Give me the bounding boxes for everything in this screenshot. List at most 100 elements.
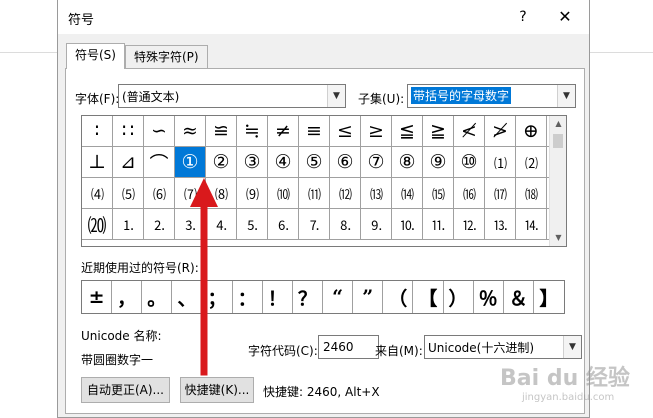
symbol-cell[interactable]: ⒎ <box>299 209 330 240</box>
symbol-cell[interactable]: ⒃ <box>454 178 485 209</box>
scroll-up-icon[interactable]: ▲ <box>550 116 566 132</box>
recent-symbol-cell[interactable]: ） <box>444 281 474 313</box>
font-value: (普通文本) <box>122 90 180 104</box>
symbol-cell[interactable]: ≌ <box>206 116 237 147</box>
symbol-cell[interactable]: ⑧ <box>392 147 423 178</box>
symbol-cell[interactable]: ⑿ <box>330 178 361 209</box>
symbol-cell[interactable]: ⑺ <box>175 178 206 209</box>
symbol-cell[interactable]: ⒏ <box>330 209 361 240</box>
symbol-cell[interactable]: ⒄ <box>485 178 516 209</box>
recent-symbol-cell[interactable]: 【 <box>413 281 444 313</box>
symbol-cell[interactable]: ⒐ <box>361 209 392 240</box>
char-code-value: 2460 <box>323 340 354 354</box>
recent-symbol-cell[interactable]: 。 <box>142 281 173 313</box>
symbol-cell[interactable]: ⒇ <box>82 209 113 240</box>
symbol-cell[interactable]: ⑵ <box>516 147 547 178</box>
symbol-cell[interactable]: ≮ <box>454 116 485 147</box>
symbol-cell[interactable]: ⒀ <box>361 178 392 209</box>
symbol-cell[interactable]: ≒ <box>237 116 268 147</box>
recent-symbol-cell[interactable]: 、 <box>172 281 203 313</box>
shortcut-key-button[interactable]: 快捷键(K)... <box>180 377 254 403</box>
symbol-cell[interactable]: ⑾ <box>299 178 330 209</box>
scroll-down-icon[interactable]: ▼ <box>550 230 566 246</box>
symbol-cell[interactable]: ∶ <box>82 116 113 147</box>
symbol-cell[interactable]: ≠ <box>268 116 299 147</box>
symbol-cell[interactable]: ⑨ <box>423 147 454 178</box>
symbol-cell[interactable]: ⒉ <box>144 209 175 240</box>
unicode-name-value: 带圆圈数字一 <box>81 353 154 367</box>
help-button[interactable]: ? <box>509 5 537 29</box>
symbol-cell[interactable]: ⒁ <box>392 178 423 209</box>
recent-symbol-cell[interactable]: “ <box>323 281 354 313</box>
symbol-cell[interactable]: ⒌ <box>237 209 268 240</box>
symbol-cell[interactable]: ⑻ <box>206 178 237 209</box>
symbol-cell-selected[interactable]: ① <box>175 147 206 178</box>
recent-symbol-cell[interactable]: 】 <box>534 281 564 313</box>
symbol-cell[interactable]: ∽ <box>144 116 175 147</box>
symbol-cell[interactable]: ⒊ <box>175 209 206 240</box>
subset-select[interactable]: 带括号的字母数字 ▼ <box>407 84 576 108</box>
char-code-input[interactable]: 2460 <box>318 335 379 359</box>
symbol-grid[interactable]: ∶∷∽≈≌≒≠≡≤≥≦≧≮≯⊕⊙⊥⊿⌒①②③④⑤⑥⑦⑧⑨⑩⑴⑵⑶⑷⑸⑹⑺⑻⑼⑽⑾… <box>82 116 566 240</box>
symbol-cell[interactable]: ⑤ <box>299 147 330 178</box>
recent-symbol-cell[interactable]: ： <box>233 281 263 313</box>
symbol-cell[interactable]: ≯ <box>485 116 516 147</box>
symbol-cell[interactable]: ≈ <box>175 116 206 147</box>
symbol-cell[interactable]: ⑹ <box>144 178 175 209</box>
chevron-down-icon[interactable]: ▼ <box>563 336 581 358</box>
symbol-cell[interactable]: ∷ <box>113 116 144 147</box>
symbol-cell[interactable]: ⒓ <box>454 209 485 240</box>
tab-special-characters[interactable]: 特殊字符(P) <box>125 45 208 68</box>
from-label: 来自(M): <box>375 344 423 358</box>
symbol-cell[interactable]: ⊥ <box>82 147 113 178</box>
close-button[interactable]: ✕ <box>549 5 581 29</box>
recent-symbol-cell[interactable]: ！ <box>263 281 293 313</box>
recent-symbol-cell[interactable]: ， <box>112 281 143 313</box>
symbol-cell[interactable]: ⒒ <box>423 209 454 240</box>
symbol-cell[interactable]: ≡ <box>299 116 330 147</box>
symbol-cell[interactable]: ⑴ <box>485 147 516 178</box>
symbol-cell[interactable]: ⊿ <box>113 147 144 178</box>
recent-symbol-cell[interactable]: ” <box>353 281 384 313</box>
chevron-down-icon[interactable]: ▼ <box>557 85 575 107</box>
symbol-cell[interactable]: ≤ <box>330 116 361 147</box>
scrollbar-thumb[interactable] <box>553 134 563 148</box>
symbol-cell[interactable]: ⒍ <box>268 209 299 240</box>
symbol-cell[interactable]: ≧ <box>423 116 454 147</box>
symbol-cell[interactable]: ≦ <box>392 116 423 147</box>
autocorrect-button[interactable]: 自动更正(A)... <box>81 377 170 403</box>
symbol-cell[interactable]: ⒋ <box>206 209 237 240</box>
recent-symbol-cell[interactable]: ± <box>82 281 113 313</box>
recent-symbol-cell[interactable]: ； <box>203 281 233 313</box>
symbol-cell[interactable]: ⒔ <box>485 209 516 240</box>
symbol-cell[interactable]: ④ <box>268 147 299 178</box>
symbol-cell[interactable]: ⑸ <box>113 178 144 209</box>
symbol-cell[interactable]: ⒈ <box>113 209 144 240</box>
symbol-cell[interactable]: ⌒ <box>144 147 175 178</box>
recent-symbol-cell[interactable]: ％ <box>474 281 504 313</box>
chevron-down-icon[interactable]: ▼ <box>327 85 345 107</box>
from-value: Unicode(十六进制) <box>428 341 535 355</box>
symbol-cell[interactable]: ⒕ <box>516 209 547 240</box>
symbol-cell[interactable]: ⑷ <box>82 178 113 209</box>
symbol-cell[interactable]: ⑩ <box>454 147 485 178</box>
tab-symbols[interactable]: 符号(S) <box>66 43 125 69</box>
symbol-grid-scrollbar[interactable]: ▲ ▼ <box>549 116 566 246</box>
symbol-cell[interactable]: ≥ <box>361 116 392 147</box>
symbol-cell[interactable]: ⑥ <box>330 147 361 178</box>
symbol-cell[interactable]: ⑦ <box>361 147 392 178</box>
from-select[interactable]: Unicode(十六进制) ▼ <box>424 335 582 359</box>
symbol-cell[interactable]: ⑼ <box>237 178 268 209</box>
title-bar: 符号 ? ✕ <box>58 0 589 34</box>
symbol-cell[interactable]: ⒅ <box>516 178 547 209</box>
symbol-cell[interactable]: ③ <box>237 147 268 178</box>
symbol-cell[interactable]: ② <box>206 147 237 178</box>
symbol-cell[interactable]: ⒂ <box>423 178 454 209</box>
recent-symbol-cell[interactable]: ＆ <box>504 281 534 313</box>
font-select[interactable]: (普通文本) ▼ <box>118 84 346 108</box>
symbol-cell[interactable]: ⑽ <box>268 178 299 209</box>
symbol-cell[interactable]: ⒑ <box>392 209 423 240</box>
recent-symbol-cell[interactable]: （ <box>383 281 414 313</box>
recent-symbol-cell[interactable]: ？ <box>293 281 323 313</box>
symbol-cell[interactable]: ⊕ <box>516 116 547 147</box>
